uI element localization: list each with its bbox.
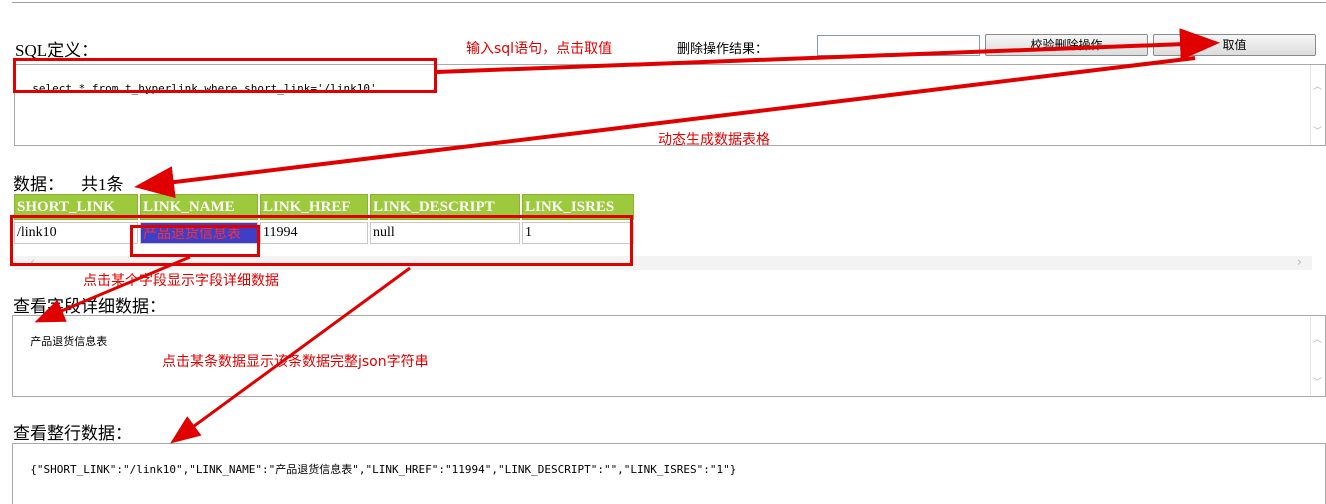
arrow-to-data-count <box>134 56 1196 199</box>
annotation-arrows <box>34 28 1220 444</box>
arrow-to-fetch-button <box>436 28 1220 74</box>
arrow-to-field-detail <box>34 255 191 323</box>
arrow-to-row-detail <box>170 266 411 444</box>
